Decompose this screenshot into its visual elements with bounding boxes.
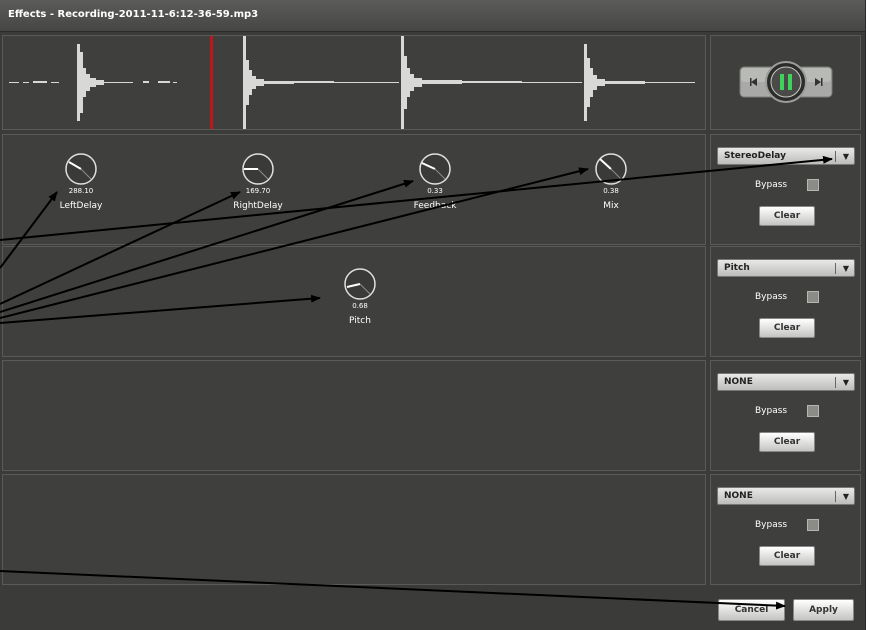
knob-value: 0.33 [427, 187, 443, 195]
chevron-down-icon[interactable]: ▼ [843, 152, 849, 161]
divider [835, 151, 836, 162]
effect-slot-4 [2, 474, 706, 585]
knob-dial-icon[interactable] [418, 152, 452, 186]
transport-panel [710, 35, 861, 130]
knob-value: 169.70 [245, 187, 271, 195]
divider [835, 263, 836, 274]
bypass-label: Bypass [755, 406, 788, 416]
effect-select[interactable]: StereoDelay ▼ [717, 147, 855, 165]
effect-select-value: NONE [724, 491, 753, 501]
effects-window: Effects - Recording-2011-11-6:12-36-59.m… [0, 0, 866, 630]
playhead[interactable] [210, 36, 213, 129]
chevron-down-icon[interactable]: ▼ [843, 492, 849, 501]
clear-button[interactable]: Clear [759, 318, 815, 338]
effect-controls-2: Pitch ▼ Bypass Clear [710, 246, 861, 357]
knob-label: Pitch [349, 316, 371, 326]
clear-button[interactable]: Clear [759, 206, 815, 226]
waveform-panel[interactable] [2, 35, 706, 130]
effect-slot-2: 0.68 Pitch [2, 246, 706, 357]
knob-pitch[interactable]: 0.68 Pitch [315, 267, 405, 326]
apply-button[interactable]: Apply [793, 599, 854, 621]
bypass-label: Bypass [755, 180, 788, 190]
knob-right-delay[interactable]: 169.70 RightDelay [213, 152, 303, 211]
knob-feedback[interactable]: 0.33 Feedback [390, 152, 480, 211]
effect-select-value: StereoDelay [724, 151, 786, 161]
chevron-down-icon[interactable]: ▼ [843, 378, 849, 387]
effect-select[interactable]: NONE ▼ [717, 487, 855, 505]
knob-left-delay[interactable]: 288.10 LeftDelay [36, 152, 126, 211]
knob-value: 288.10 [68, 187, 94, 195]
effect-controls-3: NONE ▼ Bypass Clear [710, 360, 861, 471]
effect-select-value: Pitch [724, 263, 750, 273]
knob-dial-icon[interactable] [241, 152, 275, 186]
knob-value: 0.38 [603, 187, 619, 195]
title-bar[interactable]: Effects - Recording-2011-11-6:12-36-59.m… [0, 0, 865, 32]
effect-controls-4: NONE ▼ Bypass Clear [710, 474, 861, 585]
knob-mix[interactable]: 0.38 Mix [566, 152, 656, 211]
effect-slot-1: 288.10 LeftDelay 169.70 RightDelay 0.33 … [2, 134, 706, 245]
bypass-checkbox[interactable] [807, 179, 819, 191]
knob-label: Feedback [413, 201, 457, 211]
effect-select-value: NONE [724, 377, 753, 387]
divider [835, 377, 836, 388]
window-title: Effects - Recording-2011-11-6:12-36-59.m… [8, 9, 259, 20]
skip-forward-icon[interactable] [812, 77, 824, 89]
effect-select[interactable]: NONE ▼ [717, 373, 855, 391]
knob-label: LeftDelay [59, 201, 103, 211]
skip-back-icon[interactable] [748, 77, 760, 89]
bypass-checkbox[interactable] [807, 519, 819, 531]
cancel-button[interactable]: Cancel [718, 599, 785, 621]
divider [835, 491, 836, 502]
clear-button[interactable]: Clear [759, 432, 815, 452]
effect-slot-3 [2, 360, 706, 471]
knob-dial-icon[interactable] [594, 152, 628, 186]
effect-controls-1: StereoDelay ▼ Bypass Clear [710, 134, 861, 245]
knob-label: RightDelay [233, 201, 283, 211]
bypass-checkbox[interactable] [807, 405, 819, 417]
knob-label: Mix [603, 201, 619, 211]
clear-button[interactable]: Clear [759, 546, 815, 566]
bypass-label: Bypass [755, 292, 788, 302]
knob-value: 0.68 [352, 302, 368, 310]
knob-dial-icon[interactable] [64, 152, 98, 186]
chevron-down-icon[interactable]: ▼ [843, 264, 849, 273]
knob-dial-icon[interactable] [343, 267, 377, 301]
effect-select[interactable]: Pitch ▼ [717, 259, 855, 277]
pause-icon[interactable] [765, 61, 807, 103]
bypass-checkbox[interactable] [807, 291, 819, 303]
bypass-label: Bypass [755, 520, 788, 530]
waveform[interactable] [3, 36, 705, 129]
